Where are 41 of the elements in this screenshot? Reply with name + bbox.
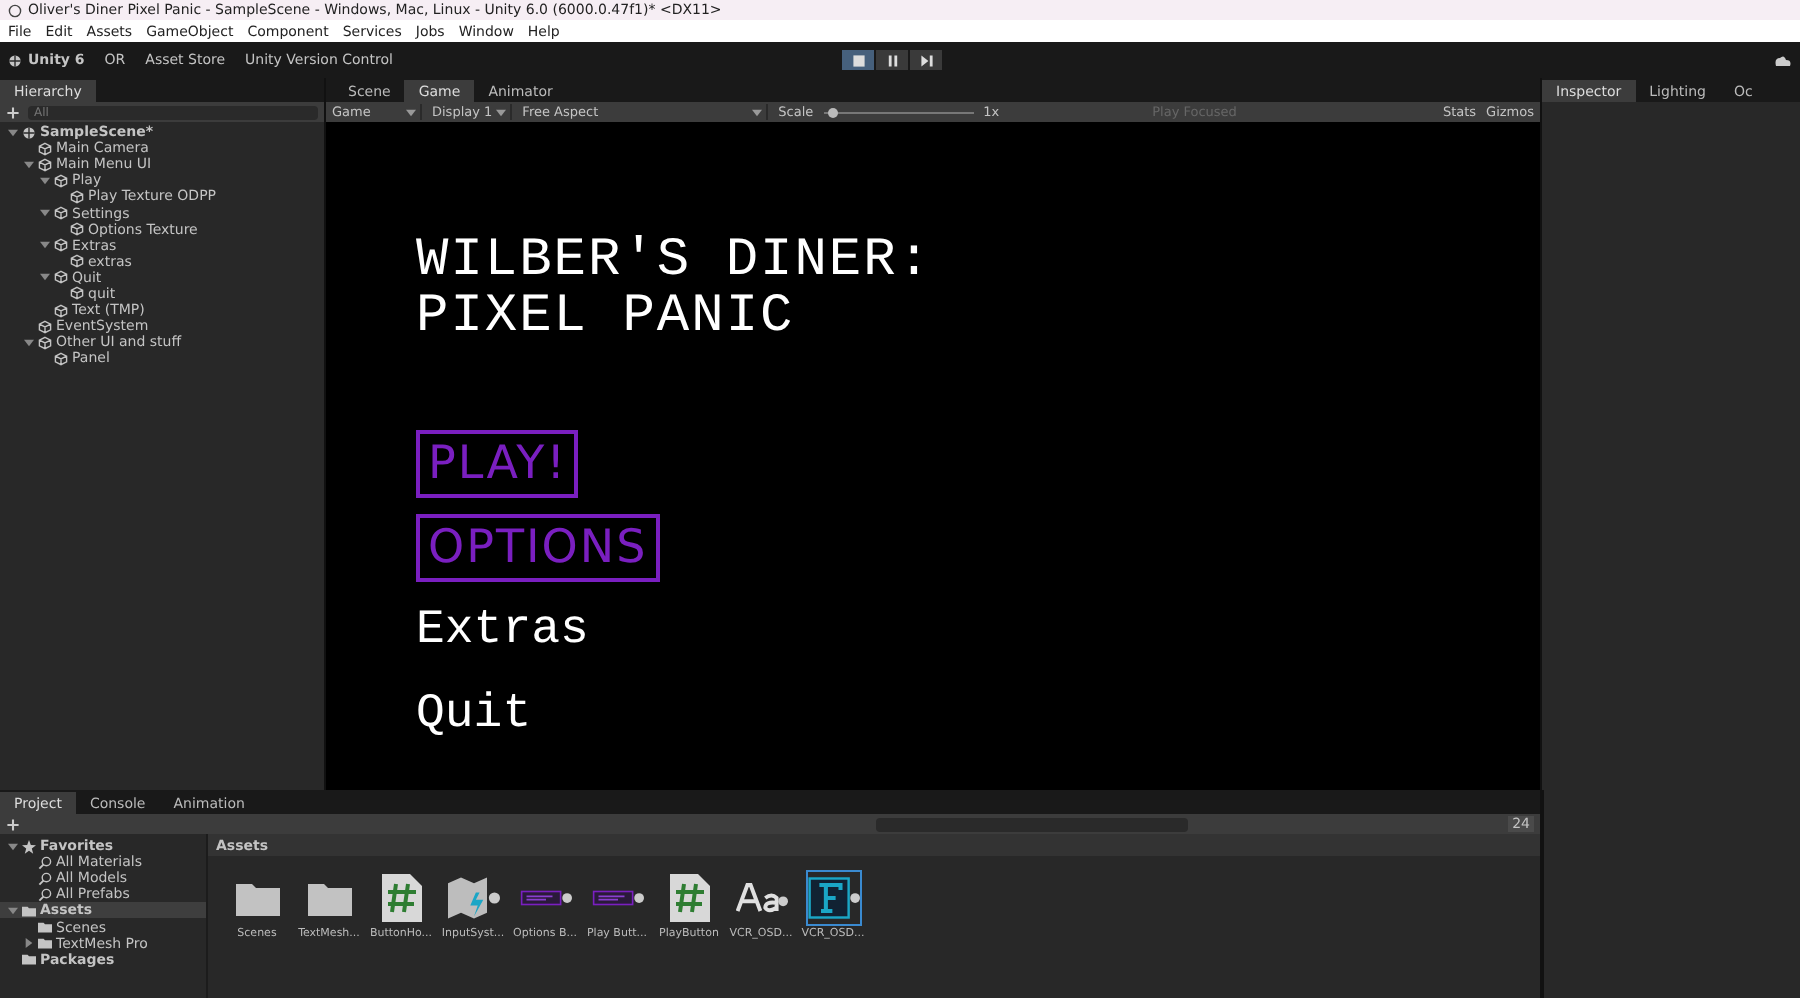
pause-icon xyxy=(885,53,900,67)
stop-button[interactable] xyxy=(842,50,875,70)
add-icon[interactable] xyxy=(6,817,20,831)
expand-arrow-icon[interactable] xyxy=(24,159,34,170)
menu-button[interactable]: Quit xyxy=(416,682,532,750)
expand-arrow-icon[interactable] xyxy=(8,905,18,916)
map-icon xyxy=(447,876,499,920)
expand-arrow-icon[interactable] xyxy=(40,208,50,219)
game-title: WILBER'S DINER: xyxy=(416,234,935,290)
scene-icon xyxy=(8,53,22,67)
slider-thumb[interactable] xyxy=(827,107,838,117)
step-button[interactable] xyxy=(910,50,943,70)
expand-arrow-icon[interactable] xyxy=(40,240,50,251)
pause-button[interactable] xyxy=(876,50,909,70)
search-field[interactable] xyxy=(876,817,1188,831)
expand-arrow-icon[interactable] xyxy=(40,175,50,186)
expand-arrow-icon[interactable] xyxy=(24,337,34,348)
font-asset-icon xyxy=(807,872,859,924)
script-icon xyxy=(381,874,421,922)
expand-arrow-icon[interactable] xyxy=(40,272,50,283)
sprite-icon xyxy=(591,886,643,910)
folder-icon xyxy=(235,880,279,916)
collapse-arrow-icon[interactable] xyxy=(24,938,34,949)
app-icon xyxy=(8,3,22,17)
add-icon[interactable] xyxy=(6,105,20,119)
menu-button[interactable]: Extras xyxy=(416,598,589,666)
folder-icon xyxy=(307,880,351,916)
cloud-icon[interactable] xyxy=(1774,54,1792,66)
caret-icon xyxy=(496,107,507,117)
stop-icon xyxy=(851,53,866,67)
step-icon xyxy=(919,53,934,67)
game-title: PIXEL PANIC xyxy=(416,290,797,346)
script-icon xyxy=(669,874,709,922)
sprite-icon xyxy=(519,886,571,910)
caret-icon xyxy=(406,107,416,117)
expand-arrow-icon[interactable] xyxy=(8,841,18,852)
star-icon xyxy=(22,839,36,854)
font-icon xyxy=(735,878,787,918)
scene-icon xyxy=(22,125,36,140)
caret-icon xyxy=(752,107,763,117)
expand-arrow-icon[interactable] xyxy=(8,127,18,138)
